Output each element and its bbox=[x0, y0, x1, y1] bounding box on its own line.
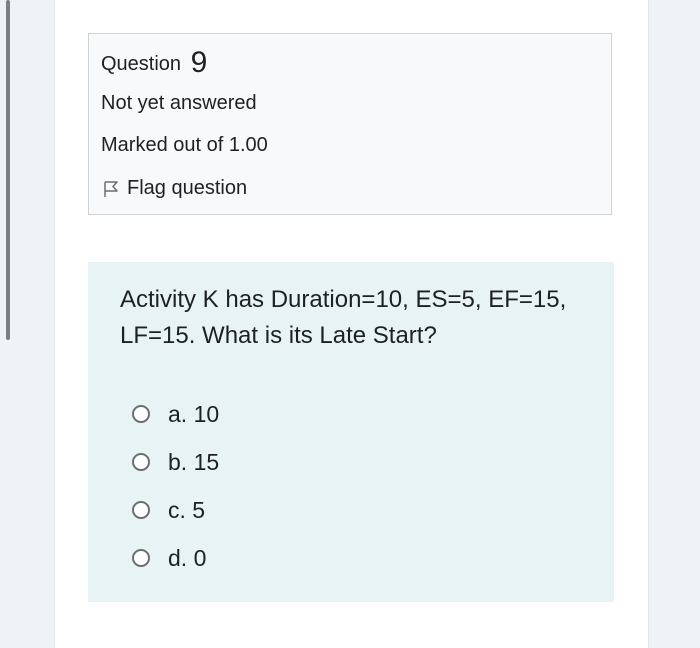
flag-question-label: Flag question bbox=[127, 177, 248, 199]
answer-list: a. 10 b. 15 c. 5 d. 0 bbox=[132, 390, 219, 582]
answer-label: d. 0 bbox=[168, 544, 207, 571]
radio-button[interactable] bbox=[132, 405, 150, 423]
question-grade: Marked out of 1.00 bbox=[101, 134, 268, 156]
scrollbar[interactable] bbox=[6, 0, 10, 340]
question-content: Activity K has Duration=10, ES=5, EF=15,… bbox=[88, 262, 614, 602]
answer-option-a[interactable]: a. 10 bbox=[132, 390, 219, 438]
question-info-box: Question 9 Not yet answered Marked out o… bbox=[88, 33, 612, 215]
radio-button[interactable] bbox=[132, 453, 150, 471]
answer-label: a. 10 bbox=[168, 400, 220, 427]
radio-button[interactable] bbox=[132, 501, 150, 519]
answer-option-d[interactable]: d. 0 bbox=[132, 534, 219, 582]
quiz-panel: Question 9 Not yet answered Marked out o… bbox=[54, 0, 649, 648]
question-state: Not yet answered bbox=[101, 92, 257, 114]
answer-option-b[interactable]: b. 15 bbox=[132, 438, 219, 486]
answer-label: b. 15 bbox=[168, 448, 220, 475]
question-text: Activity K has Duration=10, ES=5, EF=15,… bbox=[120, 286, 567, 349]
question-number: Question 9 bbox=[101, 46, 207, 80]
radio-button[interactable] bbox=[132, 549, 150, 567]
question-label: Question bbox=[101, 53, 182, 75]
flag-icon bbox=[104, 180, 118, 197]
answer-option-c[interactable]: c. 5 bbox=[132, 486, 219, 534]
question-number-value: 9 bbox=[190, 46, 208, 79]
flag-question-button[interactable]: Flag question bbox=[101, 177, 247, 200]
answer-label: c. 5 bbox=[168, 496, 206, 523]
page: Question 9 Not yet answered Marked out o… bbox=[0, 0, 700, 648]
